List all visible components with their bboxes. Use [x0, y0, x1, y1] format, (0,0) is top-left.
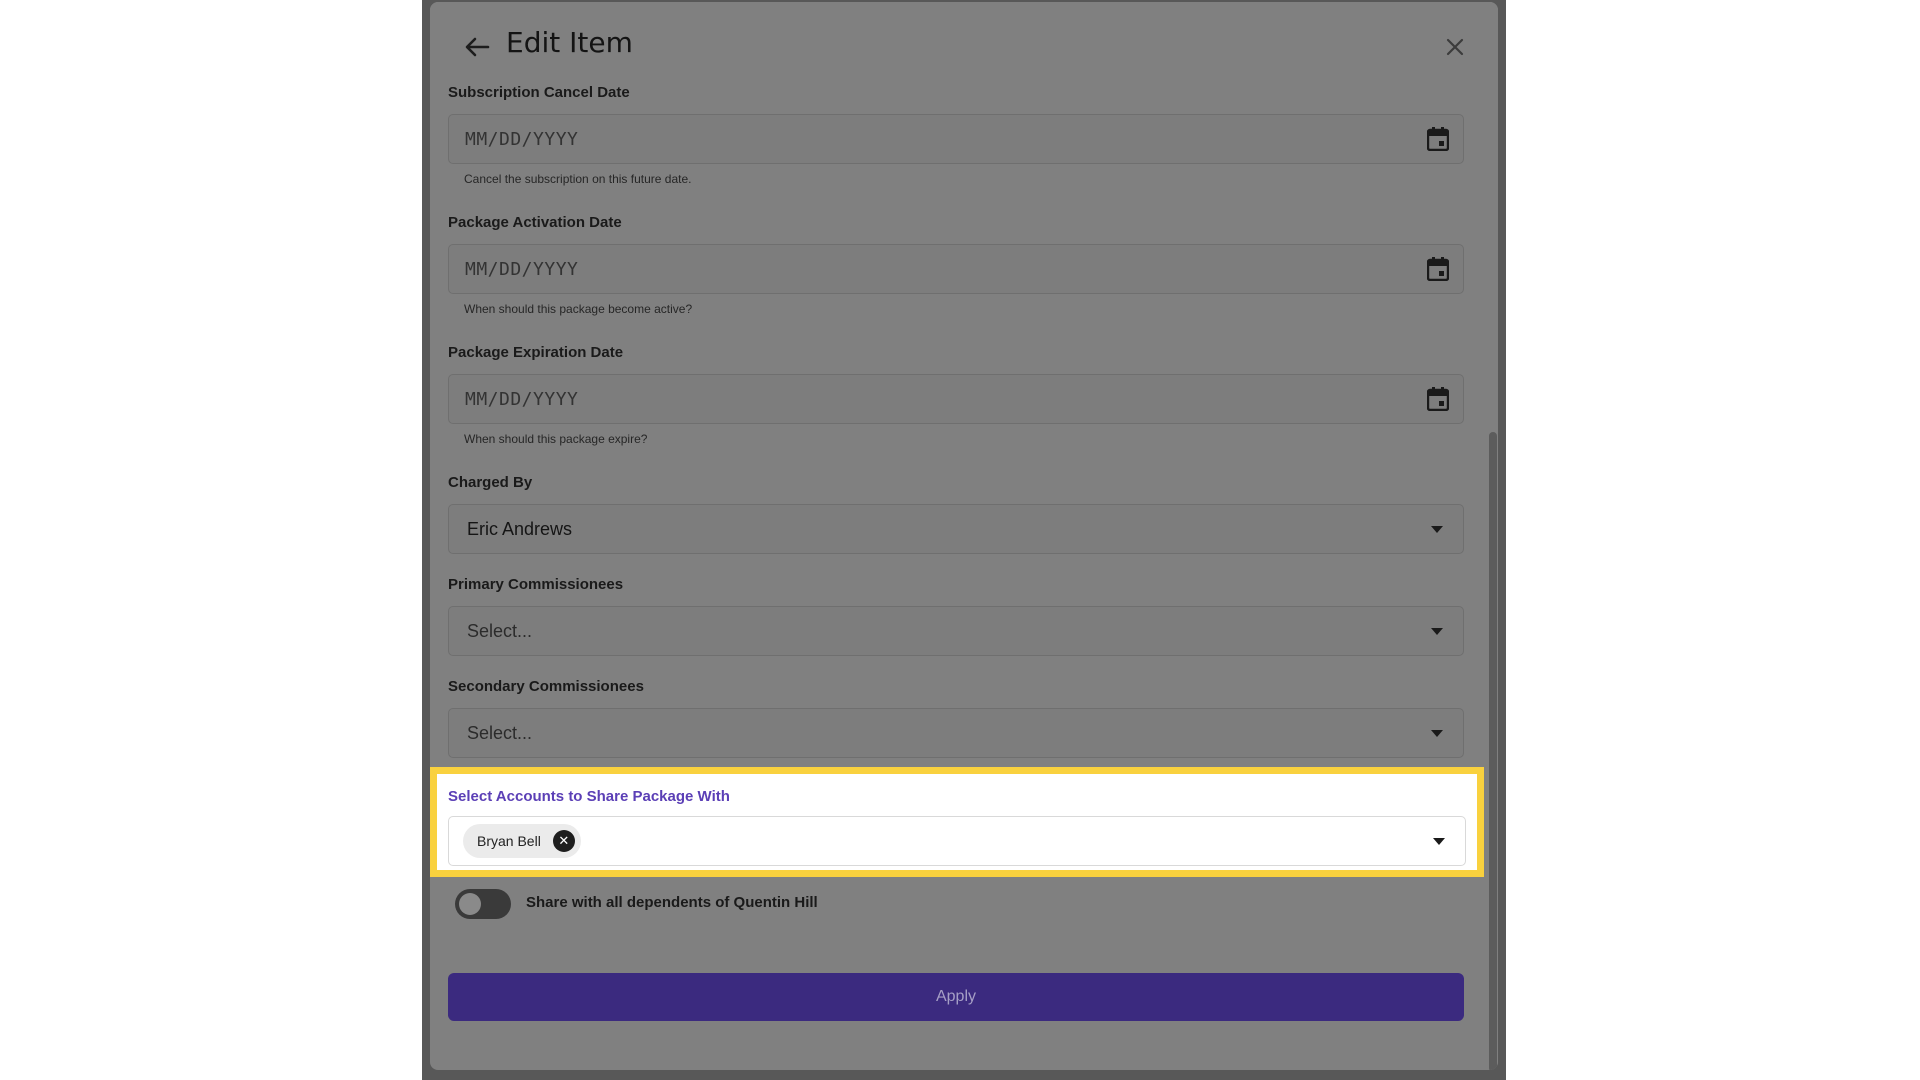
close-icon[interactable]: [1440, 32, 1470, 62]
modal-body: Subscription Cancel Date MM/DD/YYYY Canc…: [430, 2, 1498, 1070]
activation-date-placeholder: MM/DD/YYYY: [465, 259, 579, 280]
cancel-date-label: Subscription Cancel Date: [448, 84, 630, 101]
modal-header: Edit Item: [430, 2, 1498, 86]
calendar-icon[interactable]: [1427, 387, 1449, 411]
charged-by-value: Eric Andrews: [467, 519, 573, 539]
share-dependents-label: Share with all dependents of Quentin Hil…: [526, 894, 818, 911]
account-chip: Bryan Bell ✕: [463, 824, 581, 858]
primary-commissionees-placeholder: Select...: [467, 621, 533, 641]
scrollbar[interactable]: [1489, 432, 1497, 1070]
share-accounts-select[interactable]: Bryan Bell ✕: [448, 816, 1466, 866]
activation-date-input[interactable]: MM/DD/YYYY: [448, 244, 1464, 294]
remove-chip-icon[interactable]: ✕: [552, 830, 575, 852]
modal-title: Edit Item: [506, 26, 633, 59]
chevron-down-icon[interactable]: [1431, 526, 1443, 533]
share-accounts-label: Select Accounts to Share Package With: [448, 788, 730, 805]
primary-commissionees-select[interactable]: Select...: [448, 606, 1464, 656]
charged-by-label: Charged By: [448, 474, 533, 491]
activation-date-helper: When should this package become active?: [464, 302, 693, 316]
secondary-commissionees-label: Secondary Commissionees: [448, 678, 644, 695]
secondary-commissionees-placeholder: Select...: [467, 723, 533, 743]
account-chip-label: Bryan Bell: [477, 833, 541, 849]
share-dependents-toggle[interactable]: [455, 889, 511, 919]
toggle-knob: [459, 893, 481, 915]
chevron-down-icon[interactable]: [1431, 628, 1443, 635]
chevron-down-icon[interactable]: [1431, 730, 1443, 737]
activation-date-label: Package Activation Date: [448, 214, 622, 231]
share-accounts-highlight: Select Accounts to Share Package With Br…: [430, 767, 1484, 877]
apply-button[interactable]: Apply: [448, 973, 1464, 1021]
expiration-date-label: Package Expiration Date: [448, 344, 624, 361]
secondary-commissionees-select[interactable]: Select...: [448, 708, 1464, 758]
edit-item-modal: Subscription Cancel Date MM/DD/YYYY Canc…: [430, 2, 1498, 1070]
back-arrow-icon[interactable]: [460, 30, 494, 64]
expiration-date-helper: When should this package expire?: [464, 432, 648, 446]
expiration-date-placeholder: MM/DD/YYYY: [465, 389, 579, 410]
cancel-date-placeholder: MM/DD/YYYY: [465, 129, 579, 150]
expiration-date-input[interactable]: MM/DD/YYYY: [448, 374, 1464, 424]
calendar-icon[interactable]: [1427, 127, 1449, 151]
chevron-down-icon[interactable]: [1433, 838, 1445, 845]
calendar-icon[interactable]: [1427, 257, 1449, 281]
primary-commissionees-label: Primary Commissionees: [448, 576, 624, 593]
cancel-date-input[interactable]: MM/DD/YYYY: [448, 114, 1464, 164]
charged-by-select[interactable]: Eric Andrews: [448, 504, 1464, 554]
cancel-date-helper: Cancel the subscription on this future d…: [464, 172, 692, 186]
